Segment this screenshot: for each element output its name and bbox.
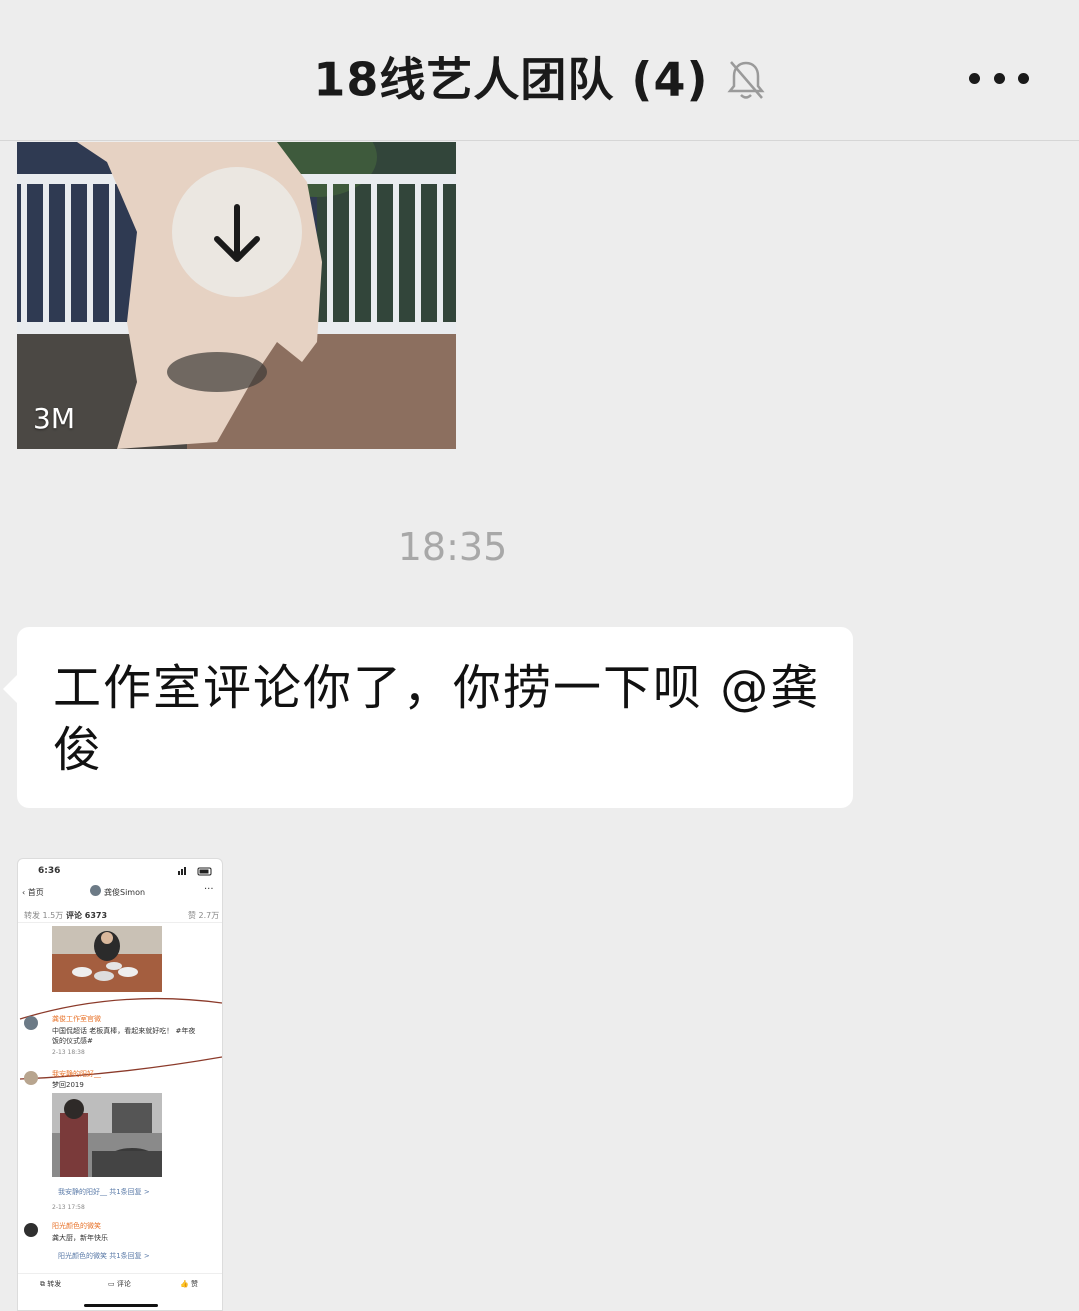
account-name: 龚俊Simon — [104, 888, 146, 897]
message-text: 工作室评论你了，你捞一下呗 @龚俊 — [53, 660, 821, 778]
text-message-bubble[interactable]: 工作室评论你了，你捞一下呗 @龚俊 — [3, 627, 853, 808]
status-bar-time: 6:36 — [38, 866, 61, 876]
divider — [18, 922, 222, 923]
home-indicator — [84, 1304, 158, 1307]
cooking-photo — [52, 1093, 162, 1177]
message-timestamp: 18:35 — [397, 525, 508, 569]
comment-author[interactable]: 龚俊工作室官微 — [52, 1014, 101, 1024]
bell-slash-icon — [726, 60, 765, 99]
chat-title[interactable]: 18线艺人团队 (4) — [313, 53, 708, 107]
back-button[interactable]: ‹ 首页 — [22, 887, 44, 898]
tab-like[interactable]: 赞 2.7万 — [188, 910, 219, 921]
download-arrow-icon — [214, 204, 260, 262]
highlight-circle — [19, 997, 222, 1080]
comment-author[interactable]: 阳光颜色的微笑 — [52, 1221, 101, 1231]
video-message[interactable]: 3M — [17, 142, 456, 449]
bottom-like-button[interactable]: 👍 赞 — [180, 1279, 198, 1289]
commenter-avatar — [24, 1071, 38, 1085]
comment-text: 龚大厨，新年快乐 — [52, 1234, 108, 1242]
tab-comment[interactable]: 评论 6373 — [66, 910, 107, 921]
video-size-label: 3M — [33, 402, 75, 435]
bubble-tail — [3, 675, 17, 703]
comment-time: 2-13 17:58 — [52, 1204, 85, 1211]
reply-link[interactable]: 我安静的阳好__ 共1条回复 > — [58, 1187, 150, 1197]
image-message[interactable]: 6:36 ‹ 首页 龚俊Simon ··· 转发 1.5万 评论 6373 赞 … — [17, 858, 223, 1311]
bottom-repost-button[interactable]: ⧉ 转发 — [40, 1279, 61, 1289]
comment-text: 中国侃超话 老板真棒，看起来就好吃！ #年夜 — [52, 1027, 196, 1035]
chat-header: 18线艺人团队 (4) — [0, 0, 1079, 141]
commenter-avatar — [24, 1223, 38, 1237]
food-photo — [52, 926, 162, 992]
bottom-comment-button[interactable]: ▭ 评论 — [108, 1279, 131, 1289]
divider — [18, 1273, 222, 1274]
comment-text-line2: 饭的仪式感# — [52, 1037, 93, 1045]
more-dots-icon[interactable] — [969, 58, 1029, 98]
chat-title-group: 18线艺人团队 (4) — [0, 44, 1079, 114]
commenter-avatar — [24, 1016, 38, 1030]
comment-author[interactable]: 我安静的阳好__ — [52, 1069, 101, 1079]
account-avatar — [90, 885, 101, 896]
more-icon[interactable]: ··· — [204, 884, 214, 895]
comment-text: 梦回2019 — [52, 1081, 84, 1089]
reply-link[interactable]: 阳光颜色的微笑 共1条回复 > — [58, 1251, 150, 1261]
comment-time: 2-13 18:38 — [52, 1049, 85, 1056]
status-icons — [178, 867, 212, 876]
download-button[interactable] — [172, 167, 302, 297]
tab-repost[interactable]: 转发 1.5万 — [24, 910, 63, 921]
